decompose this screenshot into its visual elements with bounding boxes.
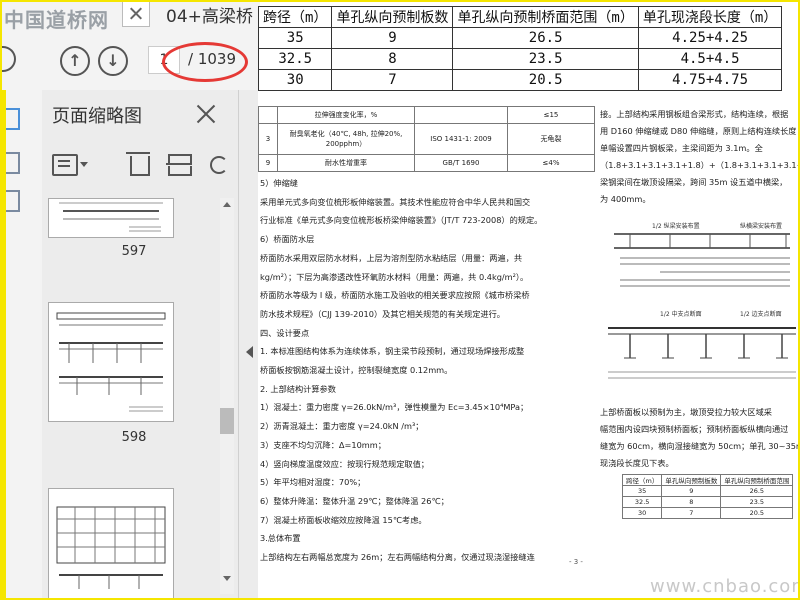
table-row: 30 7 20.5 4.75+4.75 [257,69,783,91]
text-line: （1.8+3.1+3.1+3.1+1.8）+（1.8+3.1+3.1+3.1+1… [600,160,800,170]
span-length-table: 跨径（m） 单孔纵向预制板数 单孔纵向预制桥面范围（m） 单孔现浇段长度（m） … [257,6,783,91]
cross-section-drawings: 纵横梁安装布置 1/2 纵梁安装布置 1/2 中支点断面 1/2 边支点断面 [608,222,796,379]
document-right-column-lower: 上部桥面板以预制为主，墩顶受拉力较大区域采幅范围内设四块预制桥面板；预制桥面板纵… [600,404,800,472]
site-logo: 中国道桥网 [4,8,109,32]
text-line: 桥面防水采用双层防水材料，上层为溶剂型防水粘结层（用量：两遍，共 [260,252,523,263]
scrollbar-thumb[interactable] [220,408,234,434]
scroll-down-icon[interactable] [223,576,231,581]
text-line: 6）整体升降温：整体升温 29℃；整体降温 26℃； [260,495,449,506]
trash-icon [126,152,150,154]
text-line: 现浇段长度见下表。 [600,458,674,468]
table-header-row: 跨径（m） 单孔纵向预制板数 单孔纵向预制桥面范围 [621,474,794,486]
span-length-table-small: 跨径（m） 单孔纵向预制板数 单孔纵向预制桥面范围 35 9 26.5 32.5 8 2… [621,474,794,519]
text-line: 单幅设置四片钢板梁，主梁间距为 3.1m。全 [600,143,763,153]
close-tab-icon[interactable] [122,2,150,27]
table-row: 32.5 8 23.5 [621,496,794,508]
thumbnail-page-number: 597 [121,244,147,259]
text-line: 防水技术规程》（CJJ 139-2010）及其它相关规范的有关规定进行。 [260,308,505,319]
text-line: 3）支座不均匀沉降：Δ=10mm； [260,439,386,450]
text-line: 幅范围内设四块预制桥面板；预制桥面板纵横向通过 [600,424,789,434]
page-thumbnail[interactable] [48,488,174,598]
drawing-caption: 1/2 边支点断面 [740,310,782,318]
table-row: 35 9 26.5 [621,485,794,497]
text-line: 用 D160 伸缩缝或 D80 伸缩缝，原则上结构连续长度 [600,126,797,136]
text-line: 行业标准《单元式多向变位梳形板桥梁伸缩装置》（JT/T 723-2008）的规定… [260,215,543,226]
page-thumbnail[interactable] [48,198,174,238]
rotate-page-button[interactable] [206,150,232,180]
frame-edge [2,90,6,598]
scroll-up-icon[interactable] [223,202,231,207]
table-row: 3 耐臭氧老化（40℃, 48h, 拉伸20%, 200pphm） ISO 14… [258,123,595,155]
text-line: kg/m²）；下层为高渗透改性环氧防水材料（用量：两遍，共 0.4kg/m²）。 [260,271,529,282]
panel-splitter[interactable] [238,90,259,598]
chevron-down-icon [80,162,88,167]
text-line: 桥面板按钢筋混凝土设计，控制裂缝宽度 0.12mm。 [260,365,453,376]
text-line: 四、设计要点 [260,327,310,338]
text-line: 采用单元式多向变位梳形板伸缩装置。其技术性能应符合中华人民共和国交 [260,196,531,207]
screenshot-frame: 中国道桥网 04+高梁桥 ↑ ↓ 1 / 1039 页面缩略图 597 598 … [0,0,800,600]
next-page-button[interactable]: ↓ [98,46,128,76]
text-line: 缝宽为 60cm，横向湿接缝宽为 50cm；单孔 30~35m 纵 [600,441,800,451]
collapse-panel-icon[interactable] [246,346,253,358]
text-line: 为 400mm。 [600,194,651,204]
thumbnail-panel-title: 页面缩略图 [52,106,142,127]
table-row: 30 7 20.5 [621,507,794,519]
page-thumbnail[interactable] [48,302,174,422]
table-row: 32.5 8 23.5 4.5+4.5 [257,48,783,70]
text-line: 接。上部结构采用钢板组合梁形式，结构连续，根据 [600,109,789,119]
rotate-icon [210,156,228,174]
attachments-icon[interactable] [6,190,20,212]
document-page-number: - 3 - [569,558,583,566]
text-line: 上部桥面板以预制为主，墩顶受拉力较大区域采 [600,407,772,417]
table-row: 9 耐水性增重率 GB/T 1690 ≤4% [258,154,595,172]
text-line: 6）桥面防水层 [260,234,315,245]
bookmarks-icon[interactable] [6,152,20,174]
page-thumbnails-icon[interactable] [6,108,20,130]
thumbnail-drawing [56,506,166,589]
text-line: 2. 上部结构计算参数 [260,383,336,394]
text-line: 4）竖向梯度温度效应：按现行规范规定取值； [260,458,429,469]
arrow-up-icon: ↑ [68,51,82,70]
text-line: 梁钢梁间在墩顶设隔梁，跨间 35m 设五道中横梁， [600,177,788,187]
thumbnail-drawing [59,202,163,232]
watermark: www.cnbao.com [650,576,800,597]
text-line: 桥面防水等级为 I 级，桥面防水施工及验收的相关要求应按照《城市桥梁桥 [260,290,530,301]
drawing-caption: 纵横梁安装布置 [740,222,782,230]
text-line: 3.总体布置 [260,533,301,544]
table-header-row: 跨径（m） 单孔纵向预制板数 单孔纵向预制桥面范围（m） 单孔现浇段长度（m） [257,6,783,28]
text-line: 上部结构左右两幅总宽度为 26m；左右两幅结构分离，仅通过现浇湿接缝连 [260,552,535,563]
text-line: 5）伸缩缝 [260,178,298,188]
table-row: 拉伸强度变化率，% ≤15 [258,106,595,124]
thumbnail-page-number: 598 [121,430,147,445]
drawing-caption: 1/2 纵梁安装布置 [652,222,700,230]
text-line: 1）混凝土：重力密度 γ=26.0kN/m³，弹性模量为 Ec=3.45×10⁴… [260,402,529,413]
thumbnail-drawing [56,312,166,412]
text-line: 1. 本标准图结构体系为连续体系，钢主梁节段预制，通过现场焊接形成整 [260,346,525,357]
property-table: 拉伸强度变化率，% ≤15 3 耐臭氧老化（40℃, 48h, 拉伸20%, 2… [258,106,595,172]
document-right-column: 接。上部结构采用钢板组合梁形式，结构连续，根据用 D160 伸缩缝或 D80 伸… [600,106,800,208]
document-body-text: 5）伸缩缝采用单元式多向变位梳形板伸缩装置。其技术性能应符合中华人民共和国交行业… [260,174,598,567]
previous-page-button[interactable]: ↑ [60,46,90,76]
close-panel-icon[interactable] [194,102,218,126]
extract-page-button[interactable] [166,150,194,180]
highlight-annotation [162,42,248,82]
arrow-down-icon: ↓ [106,51,120,70]
document-title: 04+高梁桥 [166,7,253,27]
options-icon [52,154,78,176]
thumbnail-options-button[interactable] [52,150,92,180]
delete-page-button[interactable] [126,150,152,180]
drawing-caption: 1/2 中支点断面 [660,310,702,318]
text-line: 2）沥青混凝土：重力密度 γ=24.0kN /m³； [260,421,424,432]
text-line: 7）混凝土桥面板收缩效应按降温 15℃考虑。 [260,514,427,525]
text-line: 5）年平均相对湿度：70%； [260,477,366,488]
table-row: 35 9 26.5 4.25+4.25 [257,27,783,49]
thumbnail-scrollbar[interactable] [220,198,234,594]
